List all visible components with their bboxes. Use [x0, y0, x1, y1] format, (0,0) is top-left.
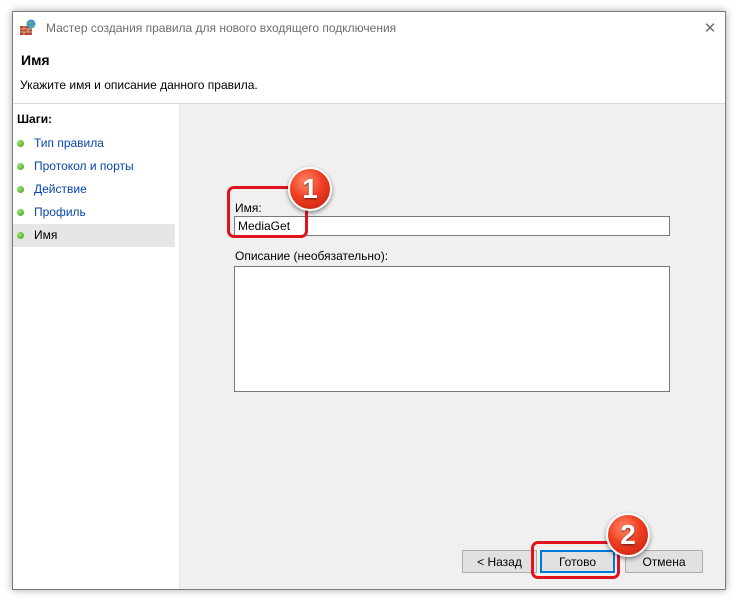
step-label: Протокол и порты	[34, 159, 134, 173]
back-button[interactable]: < Назад	[462, 550, 537, 573]
page-title: Имя	[21, 52, 50, 68]
title-bar: Мастер создания правила для нового входя…	[13, 12, 725, 44]
step-protocol-ports[interactable]: Протокол и порты	[13, 155, 175, 178]
wizard-window: Мастер создания правила для нового входя…	[12, 11, 726, 590]
step-label: Имя	[34, 228, 58, 242]
close-button[interactable]: ✕	[695, 12, 725, 44]
step-label: Профиль	[34, 205, 86, 219]
step-status-dot-icon	[17, 186, 24, 193]
step-rule-type[interactable]: Тип правила	[13, 132, 175, 155]
step-profile[interactable]: Профиль	[13, 201, 175, 224]
page-description: Укажите имя и описание данного правила.	[20, 78, 258, 92]
window-title: Мастер создания правила для нового входя…	[46, 21, 397, 35]
step-label: Действие	[34, 182, 87, 196]
close-icon: ✕	[703, 20, 717, 37]
wizard-header: Имя Укажите имя и описание данного прави…	[13, 44, 725, 104]
main-panel: Имя: Описание (необязательно): < Назад Г…	[180, 104, 725, 589]
description-label: Описание (необязательно):	[235, 249, 389, 263]
step-status-dot-icon	[17, 232, 24, 239]
steps-list: Тип правила Протокол и порты Действие Пр…	[13, 132, 175, 247]
step-status-dot-icon	[17, 140, 24, 147]
name-label: Имя:	[235, 201, 262, 215]
cancel-button[interactable]: Отмена	[625, 550, 703, 573]
description-textarea[interactable]	[234, 266, 670, 392]
step-label: Тип правила	[34, 136, 104, 150]
firewall-app-icon	[20, 19, 36, 35]
steps-heading: Шаги:	[17, 112, 53, 126]
finish-button[interactable]: Готово	[540, 550, 615, 573]
step-name: Имя	[13, 224, 175, 247]
steps-sidebar: Шаги: Тип правила Протокол и порты Дейст…	[13, 104, 180, 589]
step-status-dot-icon	[17, 163, 24, 170]
name-input[interactable]	[234, 216, 670, 236]
step-action[interactable]: Действие	[13, 178, 175, 201]
step-status-dot-icon	[17, 209, 24, 216]
